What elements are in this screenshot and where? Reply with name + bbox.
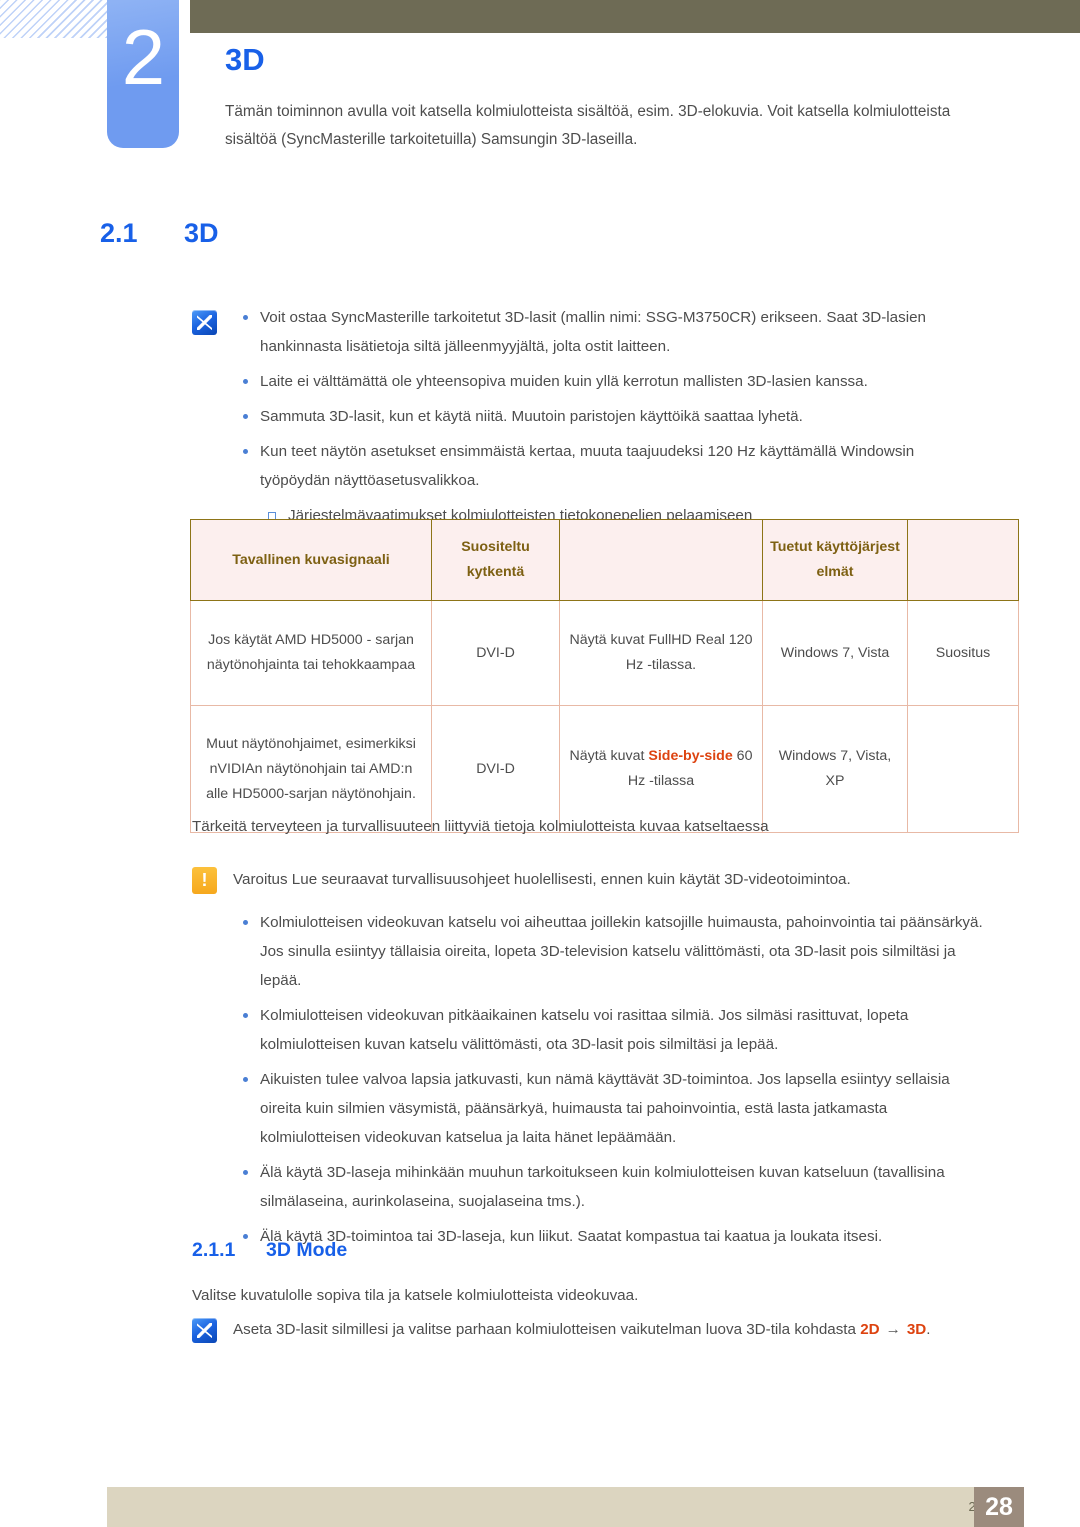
warning-text: Varoitus Lue seuraavat turvallisuusohjee… xyxy=(233,871,851,888)
decorative-hatch-pattern xyxy=(0,0,107,38)
section-211-note: Aseta 3D-lasit silmillesi ja valitse par… xyxy=(233,1315,1023,1344)
cell-signal: Jos käytät AMD HD5000 - sarjan näytönohj… xyxy=(190,600,432,706)
section-number-2-1-1: 2.1.1 xyxy=(192,1239,236,1261)
list-item: Aikuisten tulee valvoa lapsia jatkuvasti… xyxy=(226,1065,986,1152)
cell-mode-highlight: Side-by-side xyxy=(648,748,733,764)
list-item: Laite ei välttämättä ole yhteensopiva mu… xyxy=(226,367,986,396)
note-icon xyxy=(192,1318,217,1343)
column-header-signal: Tavallinen kuvasignaali xyxy=(190,519,432,601)
list-item: Älä käytä 3D-laseja mihinkään muuhun tar… xyxy=(226,1158,986,1216)
cell-mode: Näytä kuvat FullHD Real 120 Hz -tilassa. xyxy=(559,600,763,706)
note-mode-3d: 3D xyxy=(906,1321,927,1338)
section-21-bullet-list: Voit ostaa SyncMasterille tarkoitetut 3D… xyxy=(226,303,986,530)
column-header-os: Tuetut käyttöjärjest elmät xyxy=(762,519,908,601)
note-arrow-icon: → xyxy=(885,1321,901,1338)
note-mode-2d: 2D xyxy=(860,1321,880,1338)
note-suffix: . xyxy=(926,1321,931,1338)
cell-mode-prefix: Näytä kuvat xyxy=(569,748,649,764)
safety-bullet-list: Kolmiulotteisen videokuvan katselu voi a… xyxy=(226,908,986,1257)
list-item: Kun teet näytön asetukset ensimmäistä ke… xyxy=(226,437,986,495)
column-header-mode xyxy=(559,519,763,601)
column-header-note xyxy=(907,519,1019,601)
list-item: Sammuta 3D-lasit, kun et käytä niitä. Mu… xyxy=(226,402,986,431)
table-row: Jos käytät AMD HD5000 - sarjan näytönohj… xyxy=(190,600,1019,706)
warning-icon: ! xyxy=(192,867,217,894)
section-number-2-1: 2.1 xyxy=(100,218,138,248)
footer-page-number: 28 xyxy=(974,1487,1024,1527)
chapter-description: Tämän toiminnon avulla voit katsella kol… xyxy=(225,103,951,148)
cell-os: Windows 7, Vista xyxy=(762,600,908,706)
footer-bar xyxy=(107,1487,974,1527)
column-header-connection: Suositeltu kytkentä xyxy=(431,519,560,601)
list-item: Voit ostaa SyncMasterille tarkoitetut 3D… xyxy=(226,303,986,361)
cell-note: Suositus xyxy=(907,600,1019,706)
section-heading-2-1: 2.1 3D xyxy=(100,218,219,249)
list-item: Kolmiulotteisen videokuvan pitkäaikainen… xyxy=(226,1001,986,1059)
section-title-2-1-1: 3D Mode xyxy=(266,1239,348,1261)
chapter-title: 3D xyxy=(225,42,265,77)
chapter-number: 2 xyxy=(121,13,165,101)
banner-olive-bar xyxy=(190,0,1080,33)
note-icon xyxy=(192,310,217,335)
section-211-paragraph: Valitse kuvatulolle sopiva tila ja katse… xyxy=(192,1287,639,1304)
safety-intro-text: Tärkeitä terveyteen ja turvallisuuteen l… xyxy=(192,818,769,835)
section-heading-2-1-1: 2.1.1 3D Mode xyxy=(192,1239,347,1262)
chapter-banner: 2 3D Tämän toiminnon avulla voit katsell… xyxy=(0,0,1080,160)
section-title-2-1: 3D xyxy=(184,218,219,248)
table-header-row: Tavallinen kuvasignaali Suositeltu kytke… xyxy=(190,519,1019,601)
cell-connection: DVI-D xyxy=(431,600,560,706)
note-prefix: Aseta 3D-lasit silmillesi ja valitse par… xyxy=(233,1321,861,1338)
system-requirements-table: Tavallinen kuvasignaali Suositeltu kytke… xyxy=(190,519,1019,833)
list-item: Kolmiulotteisen videokuvan katselu voi a… xyxy=(226,908,986,995)
cell-mode-text: Näytä kuvat FullHD Real 120 Hz -tilassa. xyxy=(569,632,753,673)
